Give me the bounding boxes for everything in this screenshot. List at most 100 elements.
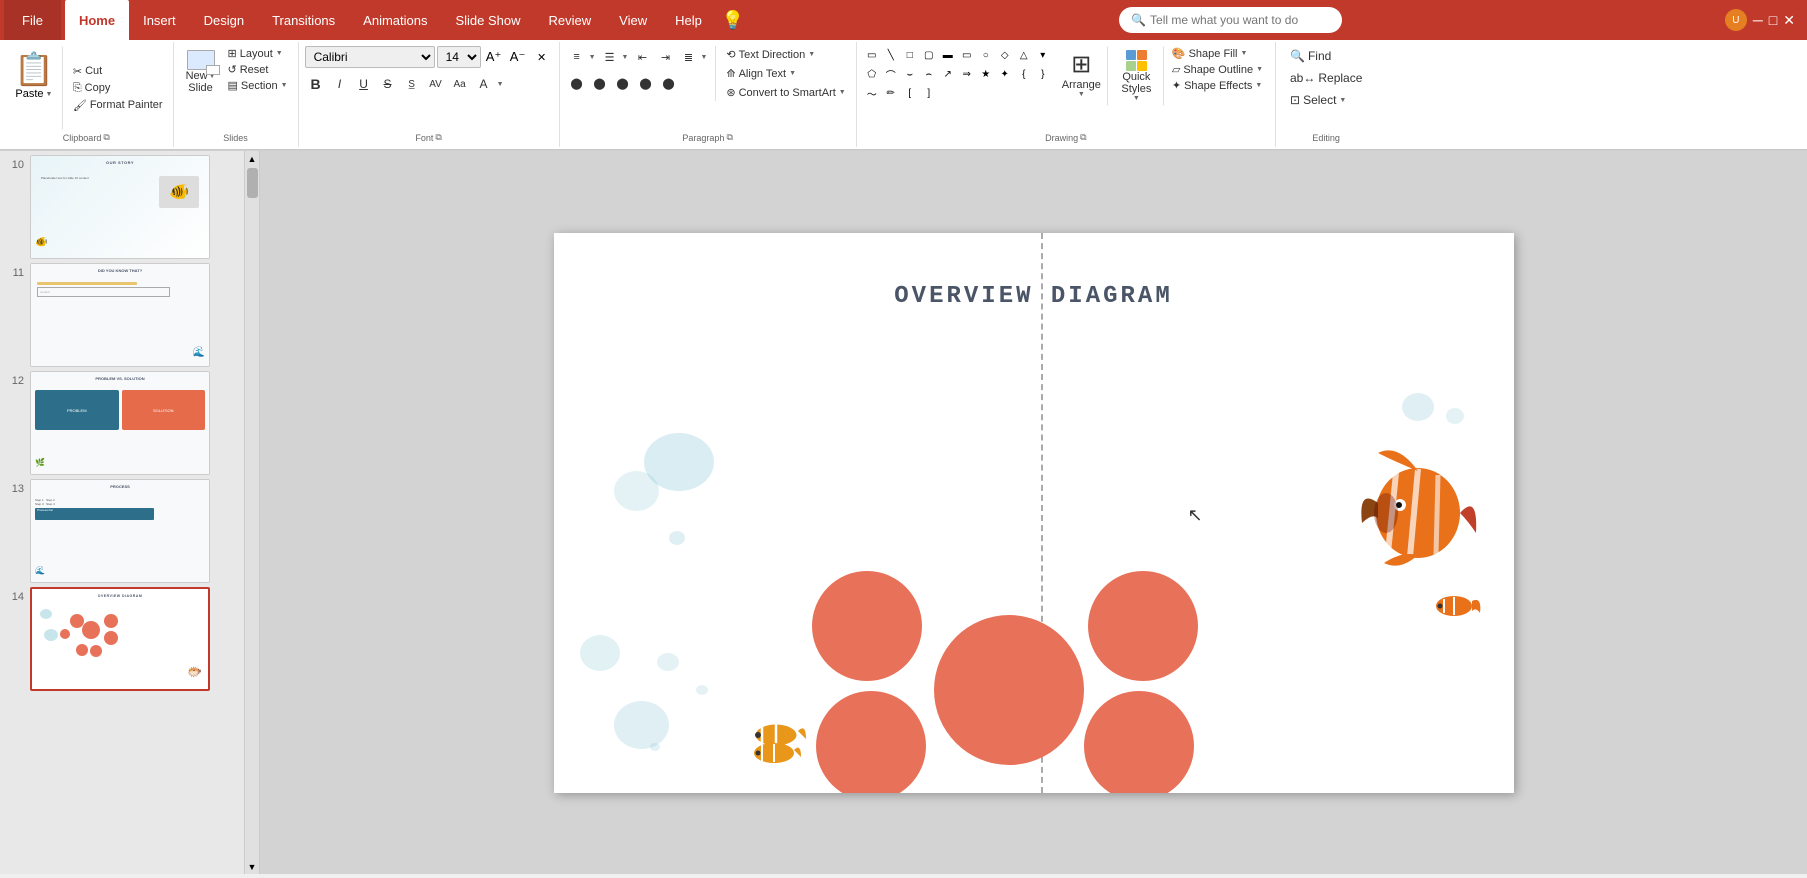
scroll-up-arrow[interactable]: ▲ xyxy=(247,151,258,166)
increase-font-button[interactable]: A⁺ xyxy=(483,46,505,68)
layout-button[interactable]: ⊞ Layout ▼ xyxy=(224,46,292,61)
convert-smartart-button[interactable]: ⊛ Convert to SmartArt ▼ xyxy=(722,84,849,101)
slide-thumb-img-12[interactable]: PROBLEM VS. SOLUTION PROBLEM SOLUTION 🌿 xyxy=(30,371,210,475)
shape-rect4-button[interactable]: ▭ xyxy=(958,46,976,64)
bullets-dropdown[interactable]: ▼ xyxy=(589,54,596,61)
text-direction-button[interactable]: ⟲ Text Direction ▼ xyxy=(722,46,849,63)
replace-button[interactable]: ab↔ Replace xyxy=(1282,68,1370,88)
shape-freeform-button[interactable]: ✏ xyxy=(882,84,900,102)
find-button[interactable]: 🔍 Find xyxy=(1282,46,1370,66)
slide-thumb-img-13[interactable]: PROCESS Step 1 Step 2 Step 3 Step 4 Proc… xyxy=(30,479,210,583)
shape-outline-button[interactable]: ▱ Shape Outline ▼ xyxy=(1166,62,1269,77)
tab-insert[interactable]: Insert xyxy=(129,0,190,40)
tab-view[interactable]: View xyxy=(605,0,661,40)
shape-rect-button[interactable]: ▭ xyxy=(863,46,881,64)
align-right-button[interactable]: ⬤ xyxy=(612,72,634,94)
shape-brace2-button[interactable]: } xyxy=(1034,65,1052,83)
minimize-button[interactable]: ─ xyxy=(1753,12,1763,28)
shape-roundrect-button[interactable]: ▢ xyxy=(920,46,938,64)
tab-file[interactable]: File xyxy=(4,0,61,40)
slide-thumbnail-13[interactable]: 13 PROCESS Step 1 Step 2 Step 3 Step 4 P… xyxy=(4,479,240,583)
tab-slideshow[interactable]: Slide Show xyxy=(441,0,534,40)
section-button[interactable]: ▤ Section ▼ xyxy=(224,78,292,93)
font-name-selector[interactable]: Calibri xyxy=(305,46,435,68)
select-button[interactable]: ⊡ Select ▼ xyxy=(1282,90,1370,110)
shadow-button[interactable]: S̲ xyxy=(401,73,423,95)
strikethrough-button[interactable]: S xyxy=(377,73,399,95)
scroll-down-arrow[interactable]: ▼ xyxy=(247,859,258,874)
reset-button[interactable]: ↺ Reset xyxy=(224,62,292,77)
columns-button[interactable]: ⬤ xyxy=(658,72,680,94)
shape-pentagon-button[interactable]: ⬠ xyxy=(863,65,881,83)
font-size-selector[interactable]: 14 xyxy=(437,46,481,68)
arrange-button[interactable]: ⊞ Arrange ▼ xyxy=(1056,46,1108,106)
shape-triangle-button[interactable]: △ xyxy=(1015,46,1033,64)
shape-star-button[interactable]: ★ xyxy=(977,65,995,83)
shape-bracket2-button[interactable]: ] xyxy=(920,84,938,102)
increase-indent-button[interactable]: ⇥ xyxy=(654,46,676,68)
slide-thumbnail-11[interactable]: 11 DID YOU KNOW THAT? content 🌊 xyxy=(4,263,240,367)
shape-curve2-button[interactable]: ⌣ xyxy=(901,65,919,83)
decrease-font-button[interactable]: A⁻ xyxy=(507,46,529,68)
shape-star2-button[interactable]: ✦ xyxy=(996,65,1014,83)
tab-transitions[interactable]: Transitions xyxy=(258,0,349,40)
decrease-indent-button[interactable]: ⇤ xyxy=(631,46,653,68)
shape-wave-button[interactable]: 〜 xyxy=(863,84,881,102)
font-color-dropdown[interactable]: ▼ xyxy=(497,81,504,88)
justify-button[interactable]: ⬤ xyxy=(635,72,657,94)
maximize-button[interactable]: □ xyxy=(1769,12,1777,28)
slide-thumb-img-11[interactable]: DID YOU KNOW THAT? content 🌊 xyxy=(30,263,210,367)
shape-bracket-button[interactable]: [ xyxy=(901,84,919,102)
tab-review[interactable]: Review xyxy=(535,0,606,40)
quick-styles-button[interactable]: Quick Styles ▼ xyxy=(1110,46,1164,106)
new-slide-button[interactable]: New ▼ Slide xyxy=(180,46,222,98)
copy-button[interactable]: ⎘ Copy xyxy=(69,81,167,96)
canvas-area[interactable]: OVERVIEW DIAGRAM xyxy=(260,151,1807,874)
bold-button[interactable]: B xyxy=(305,73,327,95)
shape-curve3-button[interactable]: ⌢ xyxy=(920,65,938,83)
slide-canvas[interactable]: OVERVIEW DIAGRAM xyxy=(554,233,1514,793)
change-case-button[interactable]: Aa xyxy=(449,73,471,95)
paragraph-expand-icon[interactable]: ⧉ xyxy=(726,132,732,143)
underline-button[interactable]: U xyxy=(353,73,375,95)
scroll-thumb[interactable] xyxy=(247,168,258,198)
font-expand-icon[interactable]: ⧉ xyxy=(435,132,441,143)
slide-panel-scrollbar[interactable]: ▲ ▼ xyxy=(245,151,260,874)
tab-design[interactable]: Design xyxy=(190,0,258,40)
shape-curve-button[interactable]: ⌒ xyxy=(882,65,900,83)
slide-thumb-img-10[interactable]: OUR STORY Placeholder text for slide 10 … xyxy=(30,155,210,259)
italic-button[interactable]: I xyxy=(329,73,351,95)
slide-thumbnail-14[interactable]: 14 OVERVIEW DIAGRAM 🐡 xyxy=(4,587,240,691)
shape-arrow-button[interactable]: ↗ xyxy=(939,65,957,83)
align-left-button[interactable]: ⬤ xyxy=(566,72,588,94)
shape-more-button[interactable]: ▾ xyxy=(1034,46,1052,64)
slide-panel[interactable]: 10 OUR STORY Placeholder text for slide … xyxy=(0,151,245,874)
close-button[interactable]: ✕ xyxy=(1783,12,1795,29)
line-spacing-dropdown[interactable]: ▼ xyxy=(700,54,707,61)
tab-home[interactable]: Home xyxy=(65,0,129,40)
align-center-button[interactable]: ⬤ xyxy=(589,72,611,94)
slide-thumb-img-14[interactable]: OVERVIEW DIAGRAM 🐡 xyxy=(30,587,210,691)
expand-icon[interactable]: ⧉ xyxy=(103,132,109,143)
character-spacing-button[interactable]: AV xyxy=(425,73,447,95)
shape-rect2-button[interactable]: □ xyxy=(901,46,919,64)
tab-help[interactable]: Help xyxy=(661,0,716,40)
shape-arrow2-button[interactable]: ⇒ xyxy=(958,65,976,83)
shape-circle-button[interactable]: ○ xyxy=(977,46,995,64)
slide-thumbnail-10[interactable]: 10 OUR STORY Placeholder text for slide … xyxy=(4,155,240,259)
format-painter-button[interactable]: 🖌 Format Painter xyxy=(69,98,167,113)
shape-diamond-button[interactable]: ◇ xyxy=(996,46,1014,64)
tab-animations[interactable]: Animations xyxy=(349,0,441,40)
shape-fill-button[interactable]: 🎨 Shape Fill ▼ xyxy=(1166,46,1269,61)
user-avatar[interactable]: U xyxy=(1725,9,1747,31)
numbering-dropdown[interactable]: ▼ xyxy=(622,54,629,61)
shape-effects-button[interactable]: ✦ Shape Effects ▼ xyxy=(1166,78,1269,93)
font-color-button[interactable]: A xyxy=(473,73,495,95)
search-bar[interactable]: 🔍 xyxy=(1119,7,1342,33)
drawing-expand-icon[interactable]: ⧉ xyxy=(1080,132,1086,143)
search-input[interactable] xyxy=(1150,13,1330,27)
line-spacing-button[interactable]: ≣ xyxy=(677,46,699,68)
shape-rect3-button[interactable]: ▬ xyxy=(939,46,957,64)
cut-button[interactable]: ✂ Cut xyxy=(69,64,167,79)
paste-button[interactable]: 📋 Paste ▼ xyxy=(6,46,63,130)
